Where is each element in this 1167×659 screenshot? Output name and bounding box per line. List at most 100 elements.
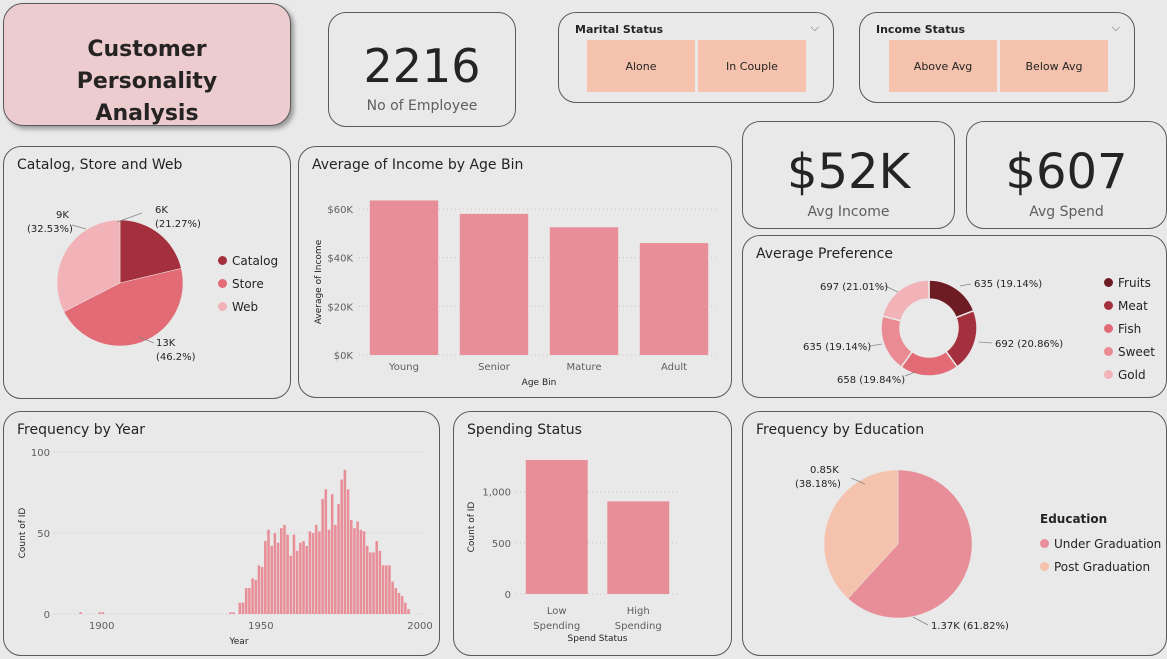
histogram-bar[interactable] [283,524,286,614]
legend-item[interactable]: Fruits [1104,271,1155,294]
histogram-bar[interactable] [384,565,388,614]
histogram-bar[interactable] [397,592,401,614]
y-tick-label: 100 [31,448,50,459]
slicer-option-in-couple[interactable]: In Couple [698,40,806,92]
data-label: 658 (19.84%) [837,375,905,386]
bar[interactable] [639,243,709,355]
data-label: 0.85K [810,465,839,476]
slicer-option-alone[interactable]: Alone [587,40,695,92]
histogram-bar[interactable] [343,469,347,614]
histogram-bar[interactable] [321,498,324,614]
income-by-age-chart: $0K $20K $40K $60K Young Senior Mature Adult Age… [314,200,719,388]
histogram-bar[interactable] [394,588,398,614]
legend-item[interactable]: Under Graduation [1040,532,1161,555]
histogram-bar[interactable] [270,545,273,614]
slicer-option-above-avg[interactable]: Above Avg [889,40,997,92]
histogram-bar[interactable] [362,531,366,614]
bar[interactable] [607,501,670,594]
histogram-bar[interactable] [404,602,407,614]
histogram-bar[interactable] [372,552,375,614]
histogram-bar[interactable] [334,524,337,614]
kpi-spend-card: $607 Avg Spend [966,121,1167,229]
histogram-bar[interactable] [391,581,394,614]
histogram-bar[interactable] [337,503,340,614]
y-tick-label: $60K [327,205,353,216]
histogram-bar[interactable] [98,612,102,614]
legend-item[interactable]: Web [218,295,278,318]
bar[interactable] [549,227,619,355]
histogram-bar[interactable] [299,542,302,614]
histogram-bar[interactable] [302,541,305,614]
histogram-bar[interactable] [260,567,264,614]
chevron-down-icon[interactable]: ⌵ [1112,21,1120,35]
histogram-bar[interactable] [318,531,321,614]
histogram-bar[interactable] [356,521,359,614]
pie-slice-sweet[interactable] [880,315,914,369]
legend-item[interactable]: Sweet [1104,340,1155,363]
histogram-bar[interactable] [273,533,277,614]
slicer-option-below-avg[interactable]: Below Avg [1000,40,1108,92]
histogram-bar[interactable] [340,479,343,614]
legend-item[interactable]: Gold [1104,363,1155,386]
histogram-bar[interactable] [381,565,385,614]
histogram-bar[interactable] [388,565,391,614]
histogram-bar[interactable] [276,542,280,614]
histogram-bar[interactable] [295,550,299,614]
histogram-bar[interactable] [244,588,248,614]
legend-item[interactable]: Post Graduation [1040,555,1161,578]
pie-slice-gold[interactable] [881,279,930,322]
data-label: (21.27%) [155,219,201,230]
histogram-bar[interactable] [353,528,356,614]
histogram-bar[interactable] [330,494,334,614]
histogram-bar[interactable] [241,602,245,614]
histogram-bar[interactable] [327,529,331,614]
pie-slice-fruits[interactable] [928,279,975,319]
histogram-bar[interactable] [232,612,235,614]
bar[interactable] [459,213,529,355]
histogram-bar[interactable] [79,612,83,614]
y-tick-label: 1,000 [482,488,511,499]
histogram-bar[interactable] [257,565,261,614]
y-tick-label: $20K [327,302,353,313]
data-label: (46.2%) [156,352,196,363]
bar[interactable] [525,460,588,594]
legend-item[interactable]: Fish [1104,317,1155,340]
histogram-bar[interactable] [305,545,308,614]
histogram-bar[interactable] [400,596,404,614]
histogram-bar[interactable] [101,612,105,614]
legend-item[interactable]: Meat [1104,294,1155,317]
income-slicer-title: Income Status [876,23,965,36]
data-label: 635 (19.14%) [974,279,1042,290]
bar[interactable] [369,200,439,355]
legend-item[interactable]: Store [218,272,278,295]
histogram-bar[interactable] [375,541,378,614]
histogram-bar[interactable] [229,612,232,614]
x-tick-label: High [627,606,650,617]
data-label: 635 (19.14%) [803,342,871,353]
histogram-bar[interactable] [254,579,258,614]
x-axis-label: Age Bin [522,378,557,388]
histogram-bar[interactable] [292,534,296,614]
histogram-bar[interactable] [238,602,242,614]
histogram-bar[interactable] [289,555,293,614]
histogram-bar[interactable] [286,534,289,614]
histogram-bar[interactable] [378,550,382,614]
histogram-bar[interactable] [324,489,328,614]
histogram-bar[interactable] [314,524,318,614]
histogram-bar[interactable] [359,529,363,614]
histogram-bar[interactable] [267,529,270,614]
histogram-bar[interactable] [407,609,410,614]
histogram-bar[interactable] [369,552,372,614]
histogram-bar[interactable] [248,588,251,614]
histogram-bar[interactable] [264,541,267,614]
kpi-employees-card: 2216 No of Employee [328,12,516,127]
chevron-down-icon[interactable]: ⌵ [811,21,819,35]
histogram-bar[interactable] [279,528,283,614]
histogram-bar[interactable] [365,545,369,614]
histogram-bar[interactable] [251,578,254,614]
histogram-bar[interactable] [346,489,350,614]
histogram-bar[interactable] [311,533,315,614]
histogram-bar[interactable] [308,531,312,614]
legend-item[interactable]: Catalog [218,249,278,272]
histogram-bar[interactable] [349,520,353,614]
